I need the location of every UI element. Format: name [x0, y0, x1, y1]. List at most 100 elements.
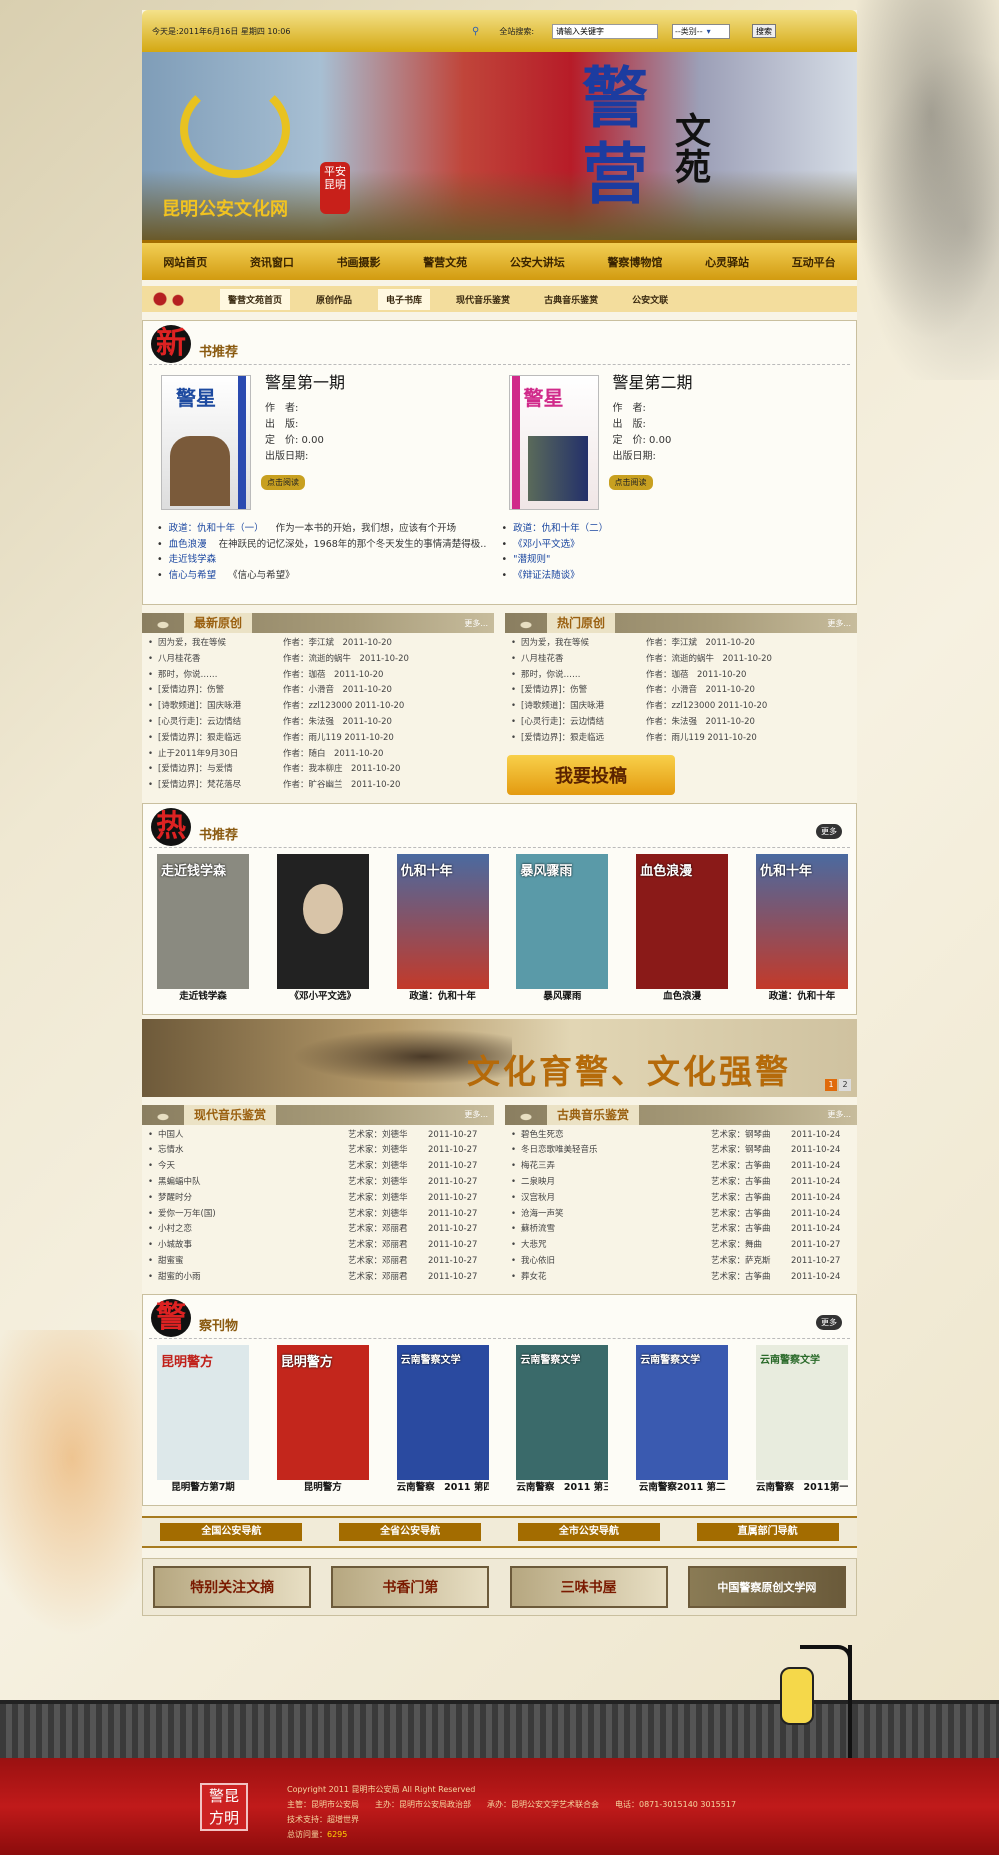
book-cover[interactable]: 仇和十年	[396, 853, 489, 989]
list-item[interactable]: 沧海一声笑艺术家：古筝曲2011-10-24	[511, 1207, 857, 1223]
list-item[interactable]: 《邓小平文选》	[502, 537, 847, 553]
magazine-card[interactable]: 云南警察文学 云南警察 2011 第三	[516, 1344, 609, 1496]
read-button[interactable]: 点击阅读	[261, 475, 305, 490]
list-item[interactable]: 那时，你说……作者：珈蓓 2011-10-20	[148, 668, 494, 684]
book-caption[interactable]: 走近钱学森	[157, 989, 249, 1005]
list-item[interactable]: [诗歌频道]：国庆咏港作者：zzl123000 2011-10-20	[511, 699, 857, 715]
magazine-cover[interactable]: 云南警察文学	[516, 1344, 609, 1480]
nav-soul[interactable]: 心灵驿站	[705, 254, 749, 270]
magazine-cover[interactable]: 云南警察文学	[755, 1344, 848, 1480]
nav-lecture[interactable]: 公安大讲坛	[510, 254, 565, 270]
magazine-cover[interactable]: 昆明警方	[276, 1344, 369, 1480]
magazine-caption[interactable]: 云南警察 2011第一	[756, 1480, 848, 1496]
link-police-literature[interactable]: 中国警察原创文学网	[687, 1565, 846, 1608]
magazine-caption[interactable]: 云南警察 2011 第四	[397, 1480, 489, 1496]
book-card[interactable]: 血色浪漫 血色浪漫	[636, 853, 729, 1005]
more-link[interactable]: 更多...	[464, 618, 488, 629]
book-caption[interactable]: 血色浪漫	[636, 989, 728, 1005]
list-item[interactable]: 止于2011年9月30日作者：随白 2011-10-20	[148, 747, 494, 763]
search-input[interactable]	[552, 23, 659, 39]
subnav-federation[interactable]: 公安文联	[624, 289, 676, 310]
nav-departments[interactable]: 直属部门导航	[696, 1522, 839, 1541]
list-item[interactable]: 小城故事艺术家：邓丽君2011-10-27	[148, 1238, 494, 1254]
list-item[interactable]: 政道：仇和十年（二）	[502, 521, 847, 537]
nav-provincial-police[interactable]: 全省公安导航	[339, 1522, 482, 1541]
magazine-card[interactable]: 云南警察文学 云南警察 2011第一	[755, 1344, 848, 1496]
book-caption[interactable]: 政道：仇和十年	[756, 989, 848, 1005]
list-item[interactable]: 汉宫秋月艺术家：古筝曲2011-10-24	[511, 1191, 857, 1207]
book-cover[interactable]: 走近钱学森	[157, 853, 249, 989]
subnav-ebooks[interactable]: 电子书库	[378, 288, 431, 310]
list-item[interactable]: 小村之恋艺术家：邓丽君2011-10-27	[148, 1222, 494, 1238]
nav-art[interactable]: 书画摄影	[337, 254, 381, 270]
list-item[interactable]: 甜蜜蜜艺术家：邓丽君2011-10-27	[148, 1254, 494, 1270]
list-item[interactable]: 八月桂花香作者：流逝的蜗牛 2011-10-20	[511, 652, 857, 668]
nav-news[interactable]: 资讯窗口	[250, 254, 294, 270]
book-card[interactable]: 仇和十年 政道：仇和十年	[755, 853, 848, 1005]
slogan-banner[interactable]: 文化育警、文化强警 1 2	[142, 1018, 857, 1097]
list-item[interactable]: [爱情边界]：狠走临远作者：雨儿119 2011-10-20	[148, 731, 494, 747]
list-item[interactable]: 梦醒时分艺术家：刘德华2011-10-27	[148, 1191, 494, 1207]
list-item[interactable]: [诗歌频道]：国庆咏港作者：zzl123000 2011-10-20	[148, 699, 494, 715]
link-scholarly[interactable]: 书香门第	[331, 1565, 490, 1608]
list-item[interactable]: 走近钱学森	[157, 552, 502, 568]
magazine-caption[interactable]: 昆明警方	[277, 1480, 369, 1496]
book-cover[interactable]: 警星	[161, 375, 251, 510]
list-item[interactable]: 大悲咒艺术家：舞曲2011-10-27	[511, 1238, 857, 1254]
category-select[interactable]: --类别-- ▾	[672, 23, 731, 39]
magazine-caption[interactable]: 昆明警方第7期	[157, 1480, 249, 1496]
list-item[interactable]: [心灵行走]：云边情结作者：朱法强 2011-10-20	[511, 715, 857, 731]
more-link[interactable]: 更多	[816, 823, 842, 839]
list-item[interactable]: [爱情边界]：与爱情作者：我本柳庄 2011-10-20	[148, 762, 494, 778]
magazine-caption[interactable]: 云南警察 2011 第三	[516, 1480, 608, 1496]
subnav-modern-music[interactable]: 现代音乐鉴赏	[448, 289, 518, 310]
nav-literature[interactable]: 警营文苑	[423, 254, 467, 270]
book-cover[interactable]: 警星	[508, 375, 599, 510]
book-card[interactable]: 暴风骤雨 暴风骤雨	[516, 853, 609, 1005]
list-item[interactable]: 黑蝙蝠中队艺术家：刘德华2011-10-27	[148, 1175, 494, 1191]
list-item[interactable]: 爱你一万年(国)艺术家：刘德华2011-10-27	[148, 1207, 494, 1223]
book-cover[interactable]: 仇和十年	[755, 853, 848, 989]
nav-interactive[interactable]: 互动平台	[792, 254, 836, 270]
magazine-caption[interactable]: 云南警察2011 第二	[636, 1480, 728, 1496]
more-link[interactable]: 更多...	[827, 1109, 851, 1120]
list-item[interactable]: 今天艺术家：刘德华2011-10-27	[148, 1159, 494, 1175]
read-button[interactable]: 点击阅读	[608, 475, 653, 490]
book-caption[interactable]: 《邓小平文选》	[277, 989, 369, 1005]
list-item[interactable]: 中国人艺术家：刘德华2011-10-27	[148, 1128, 494, 1144]
magazine-card[interactable]: 云南警察文学 云南警察2011 第二	[636, 1344, 729, 1496]
subnav-original[interactable]: 原创作品	[308, 289, 360, 310]
book-caption[interactable]: 暴风骤雨	[516, 989, 608, 1005]
magazine-cover[interactable]: 云南警察文学	[396, 1344, 489, 1480]
list-item[interactable]: 二泉映月艺术家：古筝曲2011-10-24	[511, 1175, 857, 1191]
list-item[interactable]: "潜规则"	[502, 552, 847, 568]
submit-article-button[interactable]: 我要投稿	[507, 754, 675, 795]
book-card[interactable]: 走近钱学森 走近钱学森	[157, 853, 249, 1005]
list-item[interactable]: 碧色生死恋艺术家：钢琴曲2011-10-24	[511, 1128, 857, 1144]
list-item[interactable]: 因为爱，我在等候作者：李江斌 2011-10-20	[148, 636, 494, 652]
magazine-card[interactable]: 昆明警方 昆明警方第7期	[157, 1344, 249, 1496]
magazine-card[interactable]: 昆明警方 昆明警方	[276, 1344, 369, 1496]
list-item[interactable]: 那时，你说……作者：珈蓓 2011-10-20	[511, 668, 857, 684]
list-item[interactable]: [心灵行走]：云边情结作者：朱法强 2011-10-20	[148, 715, 494, 731]
list-item[interactable]: 政道：仇和十年（一）作为一本书的开始，我们想，应该有个开场	[157, 521, 502, 537]
list-item[interactable]: 因为爱，我在等候作者：李江斌 2011-10-20	[511, 636, 857, 652]
magazine-cover[interactable]: 云南警察文学	[636, 1344, 729, 1480]
nav-home[interactable]: 网站首页	[163, 254, 207, 270]
more-link[interactable]: 更多...	[827, 618, 851, 629]
list-item[interactable]: [爱情边界]：狠走临远作者：雨儿119 2011-10-20	[511, 731, 857, 747]
more-link[interactable]: 更多	[816, 1314, 842, 1330]
list-item[interactable]: 血色浪漫在神跃民的记忆深处，1968年的那个冬天发生的事情清楚得极..	[157, 537, 502, 553]
list-item[interactable]: 冬日恋歌唯美轻音乐艺术家：钢琴曲2011-10-24	[511, 1143, 857, 1159]
book-caption[interactable]: 政道：仇和十年	[397, 989, 489, 1005]
book-card[interactable]: 《邓小平文选》	[276, 853, 369, 1005]
magazine-cover[interactable]: 昆明警方	[157, 1344, 249, 1480]
list-item[interactable]: 梅花三弄艺术家：古筝曲2011-10-24	[511, 1159, 857, 1175]
slide-page-2[interactable]: 2	[839, 1078, 851, 1091]
nav-museum[interactable]: 警察博物馆	[607, 254, 662, 270]
list-item[interactable]: 八月桂花香作者：流逝的蜗牛 2011-10-20	[148, 652, 494, 668]
list-item[interactable]: 《辩证法随谈》	[502, 568, 847, 584]
more-link[interactable]: 更多...	[464, 1109, 488, 1120]
magazine-card[interactable]: 云南警察文学 云南警察 2011 第四	[396, 1344, 489, 1496]
link-bookhouse[interactable]: 三味书屋	[509, 1565, 668, 1608]
